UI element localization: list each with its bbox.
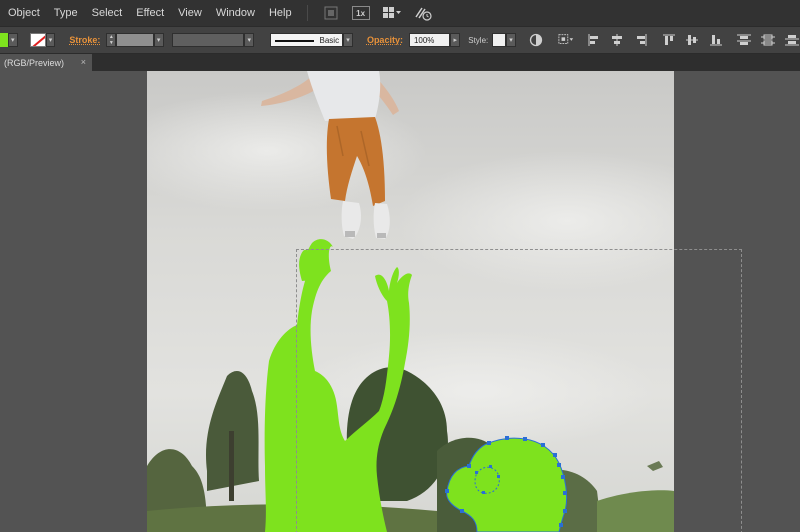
stroke-dropdown-arrow[interactable]: ▾ (45, 33, 56, 47)
placed-photo[interactable] (147, 71, 674, 532)
stroke-label[interactable]: Stroke: (69, 35, 100, 45)
variable-width-profile[interactable] (171, 33, 245, 47)
distribute-bottom-icon[interactable] (784, 32, 800, 48)
menu-window[interactable]: Window (209, 7, 262, 19)
align-bottom-icon[interactable] (708, 32, 724, 48)
graphic-style-dropdown[interactable]: ▾ (506, 33, 516, 47)
gpu-performance-icon[interactable] (414, 4, 432, 22)
menu-bar: Object Type Select Effect View Window He… (0, 0, 800, 26)
document-tab-bar: (RGB/Preview) × (0, 54, 800, 71)
opacity-label[interactable]: Opacity: (367, 35, 403, 45)
canvas-area[interactable] (0, 71, 800, 532)
recolor-artwork-icon[interactable] (528, 32, 544, 48)
style-label: Style: (468, 35, 489, 45)
brush-label: Basic (319, 36, 340, 45)
variable-width-dropdown[interactable]: ▾ (244, 33, 255, 47)
arrange-documents-icon[interactable] (382, 4, 402, 22)
control-bar: ▾ ▾ Stroke: ▲ ▼ ▾ ▾ Basic ▾ Opacity: 100%… (0, 26, 800, 54)
opacity-field[interactable]: 100% (408, 33, 451, 47)
brush-dropdown-arrow[interactable]: ▾ (343, 33, 353, 47)
fill-dropdown-arrow[interactable]: ▾ (7, 33, 18, 47)
align-right-icon[interactable] (633, 32, 649, 48)
fill-color-swatch[interactable] (0, 33, 8, 47)
bridge-icon[interactable] (322, 4, 340, 22)
menu-object[interactable]: Object (0, 7, 47, 19)
align-top-icon[interactable] (661, 32, 677, 48)
document-tab-label: (RGB/Preview) (4, 57, 65, 68)
stroke-weight-field[interactable] (116, 33, 154, 47)
stroke-weight-dropdown[interactable]: ▾ (153, 33, 164, 47)
align-left-icon[interactable] (586, 32, 602, 48)
document-tab[interactable]: (RGB/Preview) × (0, 54, 92, 71)
zoom-badge[interactable]: 1x (351, 6, 370, 20)
menu-help[interactable]: Help (262, 7, 299, 19)
illustrator-window: Object Type Select Effect View Window He… (0, 0, 800, 532)
distribute-top-icon[interactable] (736, 32, 752, 48)
stroke-color-swatch[interactable] (29, 33, 46, 47)
distribute-vertical-center-icon[interactable] (760, 32, 776, 48)
align-to-selection-icon[interactable] (558, 32, 574, 48)
stroke-weight-spinner[interactable]: ▲ ▼ (106, 33, 117, 47)
graphic-style-swatch[interactable] (492, 33, 507, 47)
menu-divider (306, 5, 308, 21)
align-horizontal-center-icon[interactable] (609, 32, 625, 48)
align-vertical-center-icon[interactable] (685, 32, 701, 48)
menu-effect[interactable]: Effect (129, 7, 171, 19)
close-tab-icon[interactable]: × (81, 57, 86, 67)
opacity-slider-arrow[interactable]: ▸ (450, 33, 461, 47)
menu-select[interactable]: Select (85, 7, 130, 19)
menu-type[interactable]: Type (47, 7, 85, 19)
brush-stroke-preview (275, 40, 315, 42)
menu-view[interactable]: View (171, 7, 209, 19)
brush-definition-field[interactable]: Basic (270, 33, 344, 47)
